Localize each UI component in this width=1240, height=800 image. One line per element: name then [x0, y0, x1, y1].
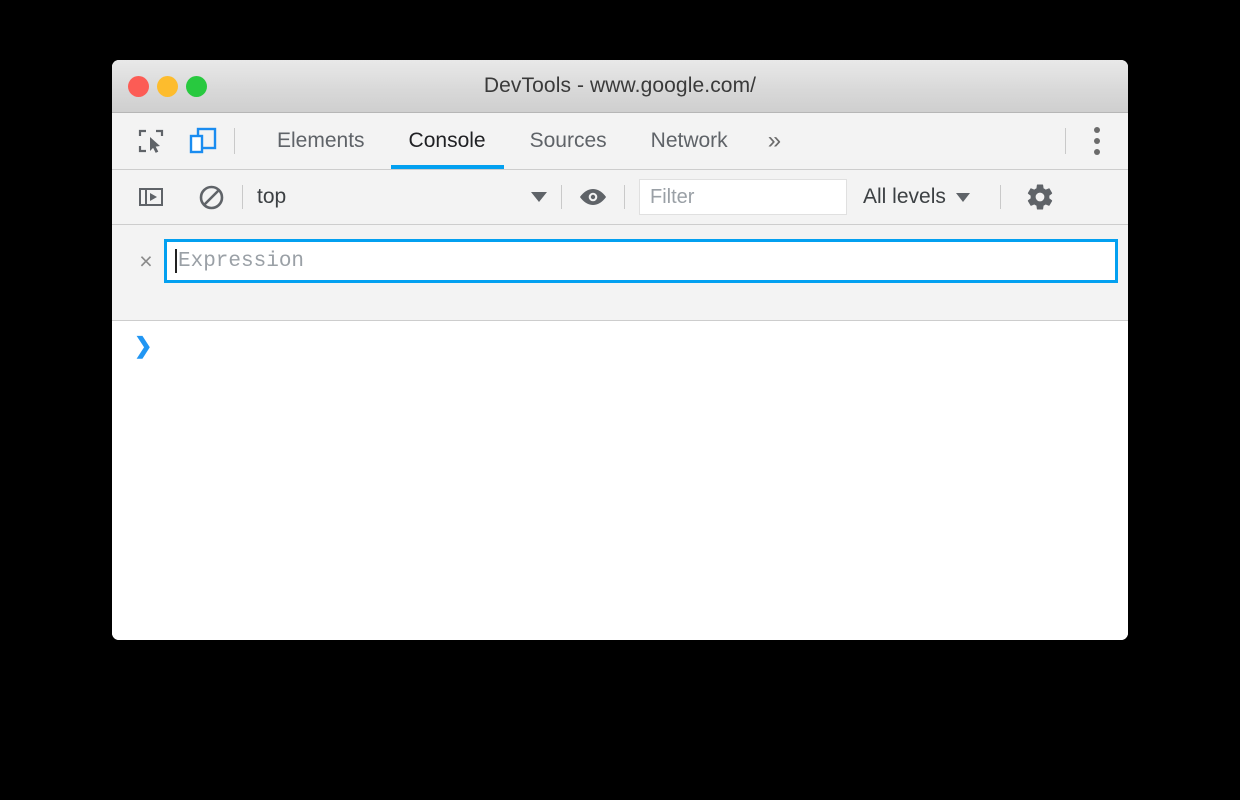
tab-bar-icons [112, 113, 220, 169]
chevron-down-icon [955, 192, 970, 202]
live-expression-pane: × Expression [112, 225, 1128, 321]
more-tabs-icon[interactable]: » [750, 113, 799, 169]
panel-tabs: Elements Console Sources Network » [255, 113, 799, 169]
console-toolbar-divider-2 [561, 185, 562, 209]
text-cursor [175, 249, 177, 273]
inspect-element-icon[interactable] [134, 124, 168, 158]
filter-input[interactable]: Filter [639, 179, 847, 215]
execution-context-dropdown[interactable]: top [257, 185, 547, 209]
console-toolbar: top Filter All levels [112, 170, 1128, 225]
device-toolbar-icon[interactable] [186, 124, 220, 158]
console-toolbar-divider-4 [999, 185, 1001, 209]
tab-network[interactable]: Network [629, 113, 750, 169]
tab-sources[interactable]: Sources [508, 113, 629, 169]
kebab-menu-icon[interactable] [1080, 124, 1114, 158]
tab-bar-divider [234, 128, 235, 154]
tab-console[interactable]: Console [387, 113, 508, 169]
tab-bar-right-divider [1065, 128, 1066, 154]
chevron-down-icon [531, 192, 547, 202]
settings-gear-icon[interactable] [1023, 180, 1057, 214]
devtools-window: DevTools - www.google.com/ Elements Cons… [112, 60, 1128, 640]
console-sidebar-icon[interactable] [134, 180, 168, 214]
devtools-tab-bar: Elements Console Sources Network » [112, 113, 1128, 170]
tab-elements[interactable]: Elements [255, 113, 387, 169]
tab-bar-right [1051, 113, 1128, 169]
log-levels-value: All levels [863, 185, 946, 208]
remove-live-expression-button[interactable]: × [128, 239, 164, 283]
live-expression-eye-icon[interactable] [576, 180, 610, 214]
console-toolbar-divider-1 [242, 185, 243, 209]
title-bar: DevTools - www.google.com/ [112, 60, 1128, 113]
console-prompt-chevron-icon: ❯ [134, 333, 153, 358]
log-levels-dropdown[interactable]: All levels [847, 185, 986, 209]
console-output-area[interactable]: ❯ [112, 321, 1128, 640]
live-expression-placeholder: Expression [178, 249, 305, 273]
execution-context-value: top [257, 185, 287, 208]
window-title: DevTools - www.google.com/ [483, 74, 757, 97]
clear-console-icon[interactable] [194, 180, 228, 214]
filter-placeholder: Filter [650, 185, 695, 208]
live-expression-input[interactable]: Expression [164, 239, 1118, 283]
console-toolbar-divider-3 [624, 185, 625, 209]
